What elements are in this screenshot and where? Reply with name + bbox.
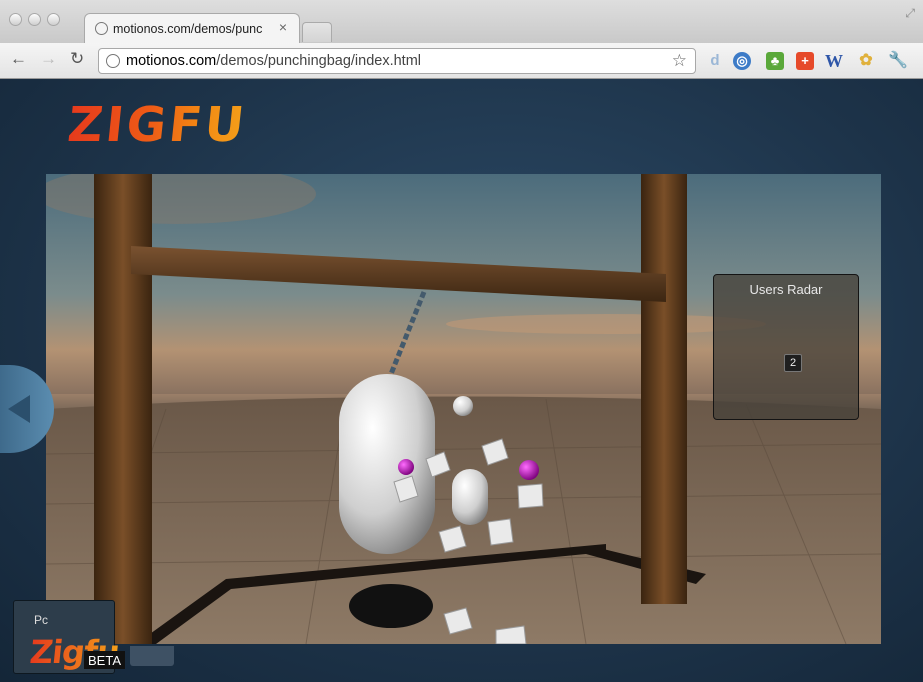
address-bar[interactable]: motionos.com/demos/punchingbag/index.htm… — [98, 48, 696, 74]
back-button[interactable]: ← — [10, 49, 27, 69]
star-icon[interactable]: ☆ — [672, 51, 687, 71]
globe-extension-icon[interactable]: ◎ — [733, 52, 751, 70]
beta-label: BETA — [84, 651, 125, 669]
url-host: motionos.com — [126, 53, 217, 69]
minimize-window-button[interactable] — [28, 13, 41, 26]
zigfu-beta-badge[interactable]: Zigfu BETA — [28, 633, 125, 673]
users-radar-panel: Users Radar 2 — [713, 274, 859, 420]
url-text: motionos.com/demos/punchingbag/index.htm… — [126, 53, 421, 69]
chrome-extension-icon[interactable]: ✿ — [857, 52, 875, 70]
tab-title: motionos.com/demos/punc — [113, 22, 263, 36]
browser-tab-bar: motionos.com/demos/punc × ⤢ — [0, 0, 923, 43]
globe-icon — [106, 54, 120, 68]
web-page: ZIGFU Users Radar 2 Pc Zigfu BETA — [0, 79, 923, 682]
evernote-icon[interactable]: ♣ — [766, 52, 784, 70]
wikipedia-icon[interactable]: W — [825, 52, 843, 70]
browser-toolbar: ← → ↻ motionos.com/demos/punchingbag/ind… — [0, 43, 923, 79]
zigfu-logo: ZIGFU — [65, 97, 250, 153]
new-tab-button[interactable] — [302, 22, 332, 42]
close-window-button[interactable] — [9, 13, 22, 26]
reload-button[interactable]: ↻ — [70, 49, 84, 69]
tab-close-button[interactable]: × — [279, 19, 287, 35]
globe-icon — [95, 22, 108, 35]
radar-user-marker: 2 — [784, 354, 802, 372]
browser-tab[interactable]: motionos.com/demos/punc × — [84, 13, 300, 43]
forward-button[interactable]: → — [40, 49, 57, 69]
url-path: /demos/punchingbag/index.html — [216, 53, 422, 69]
wrench-icon[interactable]: 🔧 — [888, 52, 908, 70]
fullscreen-icon[interactable]: ⤢ — [905, 6, 915, 21]
radar-title: Users Radar — [749, 282, 823, 297]
side-panel-label: Pc — [34, 613, 49, 627]
zoom-window-button[interactable] — [47, 13, 60, 26]
plus-extension-icon[interactable]: + — [796, 52, 814, 70]
d-extension-icon[interactable]: d — [706, 52, 724, 70]
side-tab[interactable] — [130, 646, 174, 666]
